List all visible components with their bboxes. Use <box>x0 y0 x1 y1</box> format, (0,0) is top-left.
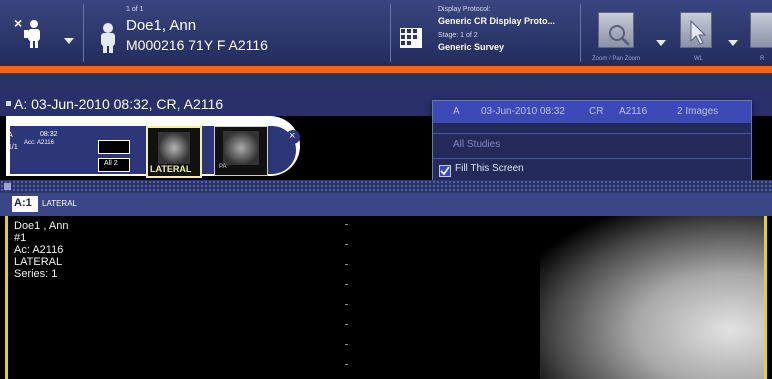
pointer-icon <box>680 12 712 48</box>
menu-col-date: 03-Jun-2010 08:32 <box>481 106 565 117</box>
overlay-view: LATERAL <box>14 256 63 268</box>
user-add-icon: × <box>14 16 40 48</box>
overlay-series: Series: 1 <box>14 268 58 280</box>
overlay-patient-name: Doe1 , Ann <box>14 220 69 232</box>
viewport-header: A:1 LATERAL <box>0 193 772 216</box>
patient-icon <box>101 23 115 53</box>
study-title: A: 03-Jun-2010 08:32, CR, A2116 <box>14 96 224 112</box>
series-button-label: All 2 <box>104 160 118 167</box>
scale-tick <box>345 364 348 365</box>
menu-col-acc: A2116 <box>619 106 648 117</box>
menu-item-all-studies[interactable]: All Studies <box>433 135 751 157</box>
study-side-count: 1/1 <box>8 144 18 151</box>
image-overlay: Doe1 , Ann #1 Ac: A2116 LATERAL Series: … <box>14 220 68 280</box>
close-icon: × <box>289 130 296 142</box>
study-dropdown-menu: A 03-Jun-2010 08:32 CR A2116 2 Images Al… <box>432 100 752 182</box>
magnifier-icon <box>598 12 634 48</box>
study-bullet <box>6 101 11 106</box>
menu-col-modality: CR <box>589 106 604 117</box>
viewport-badge-label: A:1 <box>14 197 32 209</box>
viewport-view-label: LATERAL <box>42 199 77 208</box>
study-side-label: A <box>8 132 13 139</box>
menu-label: Fill This Screen <box>455 163 524 174</box>
zoom-tool-label: Zoom / Pan Zoom <box>592 56 641 62</box>
xray-thumb <box>223 131 259 165</box>
scale-tick <box>345 304 348 305</box>
splitter[interactable] <box>0 180 772 193</box>
scale-tick <box>345 284 348 285</box>
display-protocol[interactable]: Display Protocol: Generic CR Display Pro… <box>396 2 576 64</box>
scale-tick <box>345 344 348 345</box>
tool-button[interactable] <box>744 12 772 48</box>
image-viewport[interactable]: Doe1 , Ann #1 Ac: A2116 LATERAL Series: … <box>0 216 772 379</box>
fill-screen-checkbox[interactable] <box>439 165 451 177</box>
pointer-tool-button[interactable] <box>676 8 740 64</box>
svg-text:×: × <box>14 16 22 31</box>
patient-counter: 1 of 1 <box>126 6 144 13</box>
chevron-down-icon <box>728 40 738 46</box>
thumbnail-lateral[interactable]: LATERAL <box>146 126 202 178</box>
xray-thumb <box>158 132 190 164</box>
protocol-stage: Stage: 1 of 2 <box>438 32 478 39</box>
divider <box>83 4 84 62</box>
divider <box>390 4 391 62</box>
check-icon <box>440 166 450 176</box>
menu-item-fill-screen[interactable]: Fill This Screen <box>433 159 751 181</box>
divider <box>580 4 581 62</box>
thumbnail-label: LATERAL <box>150 164 192 174</box>
protocol-name: Generic CR Display Proto... <box>438 16 556 26</box>
menu-col-a: A <box>453 106 460 117</box>
patient-details: M000216 71Y F A2116 <box>126 37 268 53</box>
close-button[interactable]: × <box>286 130 300 144</box>
viewport-badge[interactable]: A:1 <box>12 196 38 212</box>
overlay-image-number: #1 <box>14 232 27 244</box>
grid-layout-icon <box>400 28 422 48</box>
protocol-survey: Generic Survey <box>438 42 505 52</box>
tool-label: WL <box>694 56 703 62</box>
chevron-down-icon <box>64 38 74 44</box>
study-time: 08:32 <box>40 131 58 138</box>
patient-menu-button[interactable]: × <box>14 16 80 56</box>
thumbnail-pa[interactable]: PA <box>214 126 268 176</box>
tool-icon <box>750 12 772 48</box>
xray-image <box>540 216 764 379</box>
study-card[interactable]: A 1/1 08:32 Acc: A2116 All 2 LATERAL PA … <box>6 116 300 178</box>
thumbnail-label: PA <box>219 164 227 170</box>
sub-toolbar <box>0 73 772 92</box>
top-toolbar: × 1 of 1 Doe1, Ann M000216 71Y F A2116 D… <box>0 0 772 66</box>
series-button[interactable]: All 2 <box>98 158 130 172</box>
protocol-label: Display Protocol: <box>438 6 491 13</box>
tool-label: R <box>760 56 765 62</box>
viewport-left-border <box>5 216 8 379</box>
menu-divider <box>433 133 751 134</box>
chevron-down-icon <box>656 40 666 46</box>
viewport-right-border <box>764 216 767 379</box>
scale-tick <box>345 324 348 325</box>
annotation-line <box>0 66 772 73</box>
patient-name: Doe1, Ann <box>126 17 197 34</box>
study-acc: Acc: A2116 <box>24 140 54 146</box>
scale-tick <box>345 264 348 265</box>
scale-tick <box>345 224 348 225</box>
annotation-button[interactable] <box>98 140 130 154</box>
splitter-handle <box>4 183 11 190</box>
menu-item-study[interactable]: A 03-Jun-2010 08:32 CR A2116 2 Images <box>433 101 751 123</box>
menu-label: All Studies <box>453 139 501 150</box>
overlay-accession: Ac: A2116 <box>14 244 64 256</box>
scale-tick <box>345 244 348 245</box>
menu-col-images: 2 Images <box>677 106 719 117</box>
patient-info[interactable]: 1 of 1 Doe1, Ann M000216 71Y F A2116 <box>92 4 392 62</box>
